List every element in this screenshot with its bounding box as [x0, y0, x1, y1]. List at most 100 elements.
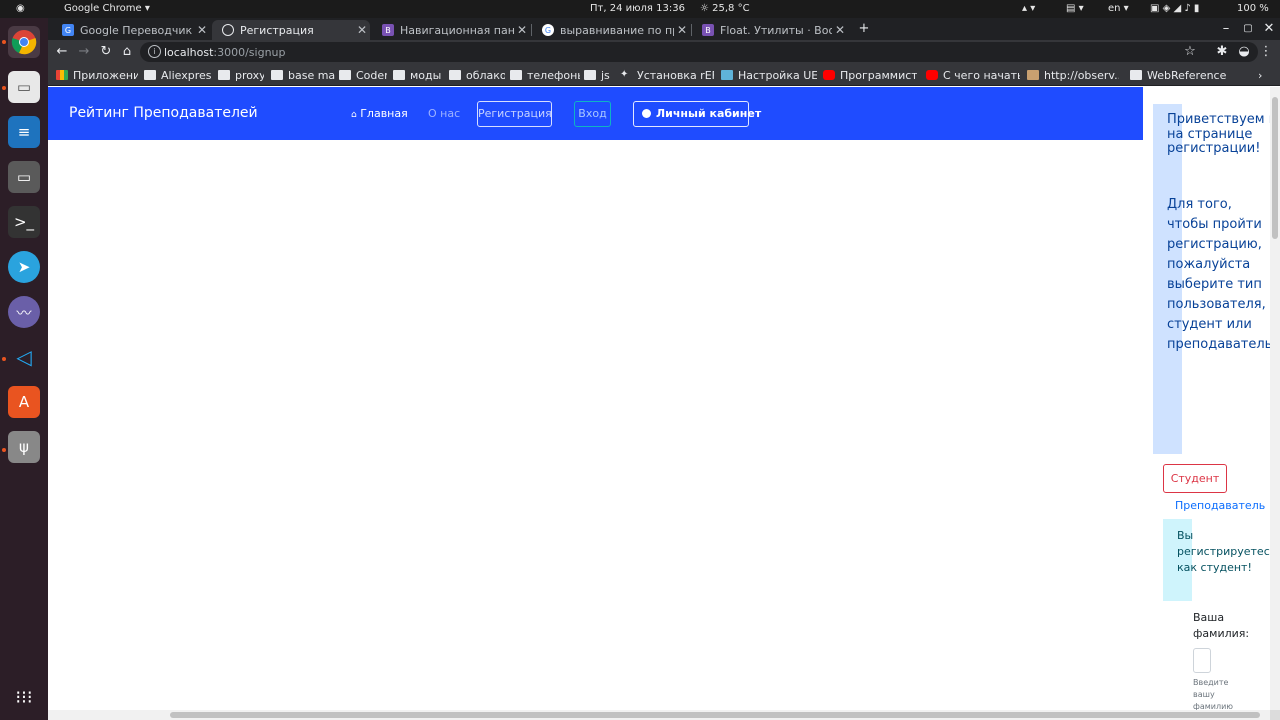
- running-indicator: [2, 448, 6, 452]
- close-tab-icon[interactable]: ✕: [194, 23, 210, 37]
- moustache-app-icon[interactable]: 〰: [8, 296, 40, 328]
- site-navbar: Рейтинг Преподавателей ⌂ Главная О нас Р…: [48, 87, 1143, 140]
- bookmark-folder-cloud[interactable]: облако: [449, 68, 505, 82]
- battery-indicator[interactable]: 100 %: [1237, 3, 1269, 14]
- close-tab-icon[interactable]: ✕: [514, 23, 530, 37]
- surname-label: Ваша фамилия:: [1193, 611, 1250, 640]
- user-circle-icon: [642, 109, 651, 118]
- vscode-icon[interactable]: ◁: [8, 341, 40, 373]
- page-viewport: Рейтинг Преподавателей ⌂ Главная О нас Р…: [48, 87, 1270, 710]
- chrome-icon[interactable]: [8, 26, 40, 58]
- extensions-icon[interactable]: ✱: [1214, 44, 1230, 60]
- close-tab-icon[interactable]: ✕: [354, 23, 370, 37]
- bookmark-folder-base-mail[interactable]: base mail: [271, 68, 335, 82]
- tab-navbar[interactable]: B Навигационная панель ✕: [372, 20, 530, 40]
- more-bookmarks-chevron-icon[interactable]: ›: [1258, 68, 1272, 82]
- bookmark-observ[interactable]: http://observ...: [1027, 68, 1119, 82]
- folder-icon: [271, 70, 283, 80]
- record-icon[interactable]: ◉: [16, 3, 25, 14]
- usb-icon[interactable]: ψ: [8, 431, 40, 463]
- bootstrap-icon: B: [382, 24, 394, 36]
- address-bar[interactable]: i localhost:3000/signup ☆: [140, 42, 1258, 62]
- terminal-icon[interactable]: >_: [8, 206, 40, 238]
- tab-align-right[interactable]: G выравнивание по правому ✕: [532, 20, 690, 40]
- folder-icon: [584, 70, 596, 80]
- surname-help-text: Введите вашу фамилию: [1193, 678, 1234, 710]
- google-icon: G: [542, 24, 554, 36]
- bookmark-ue-settings[interactable]: Настройка UE...: [721, 68, 817, 82]
- extension-app-icon[interactable]: ◒: [1236, 44, 1252, 60]
- dropbox-icon[interactable]: ▴ ▾: [1022, 3, 1035, 14]
- bookmark-folder-proxy[interactable]: proxy: [218, 68, 264, 82]
- reload-icon[interactable]: ↻: [98, 44, 114, 60]
- student-button[interactable]: Студент: [1163, 464, 1227, 493]
- software-center-icon[interactable]: A: [8, 386, 40, 418]
- teacher-link[interactable]: Преподаватель: [1175, 499, 1265, 512]
- bookmark-star-icon[interactable]: ☆: [1182, 44, 1198, 60]
- system-top-bar: ◉ Google Chrome ▾ Пт, 24 июля 13:36 ☼ 25…: [0, 0, 1280, 18]
- running-indicator: [2, 86, 6, 90]
- writer-icon[interactable]: ≡: [8, 116, 40, 148]
- bookmark-apps[interactable]: Приложения: [56, 68, 138, 82]
- computer-icon[interactable]: ▭: [8, 161, 40, 193]
- active-app-menu[interactable]: Google Chrome ▾: [64, 3, 150, 14]
- folder-icon: [449, 70, 461, 80]
- folder-icon: [393, 70, 405, 80]
- tab-float-utilities[interactable]: B Float. Утилиты · Bootstrap ✕: [692, 20, 848, 40]
- close-tab-icon[interactable]: ✕: [832, 23, 848, 37]
- tab-google-translate[interactable]: G Google Переводчик ✕: [52, 20, 210, 40]
- bookmark-webreference[interactable]: WebReference: [1130, 68, 1234, 82]
- files-icon[interactable]: ▭: [8, 71, 40, 103]
- horizontal-scroll-thumb[interactable]: [170, 712, 1260, 718]
- surname-input[interactable]: [1193, 648, 1211, 673]
- monitor-icon: [1130, 70, 1142, 80]
- bookmarks-bar: Приложения Aliexpress proxy base mail Co…: [48, 64, 1280, 86]
- nav-login-button[interactable]: Вход: [574, 101, 611, 127]
- menu-kebab-icon[interactable]: ⋮: [1258, 44, 1274, 60]
- scrollbar-corner: [1270, 710, 1280, 720]
- nav-cabinet-button[interactable]: Личный кабинет: [633, 101, 761, 127]
- bookmark-folder-mods[interactable]: моды: [393, 68, 441, 82]
- nav-link-about[interactable]: О нас: [428, 107, 460, 120]
- nav-signup-button[interactable]: Регистрация: [477, 101, 552, 127]
- minimize-icon[interactable]: –: [1218, 21, 1234, 37]
- site-brand[interactable]: Рейтинг Преподавателей: [69, 105, 258, 121]
- bookmark-folder-phones[interactable]: телефоны: [510, 68, 580, 82]
- home-icon[interactable]: ⌂: [119, 44, 135, 60]
- bookmark-programmer[interactable]: Программист...: [823, 68, 917, 82]
- address-url[interactable]: localhost:3000/signup: [164, 46, 286, 59]
- tab-signup[interactable]: Регистрация ✕: [212, 20, 370, 40]
- bookmark-folder-js[interactable]: js: [584, 68, 616, 82]
- desktop: ◉ Google Chrome ▾ Пт, 24 июля 13:36 ☼ 25…: [0, 0, 1280, 720]
- language-indicator[interactable]: en ▾: [1108, 3, 1129, 14]
- nav-link-home[interactable]: ⌂ Главная: [351, 107, 408, 120]
- sparkle-icon: ✦: [620, 69, 629, 80]
- telegram-icon[interactable]: ➤: [8, 251, 40, 283]
- folder-icon: [510, 70, 522, 80]
- horizontal-scrollbar[interactable]: [48, 710, 1270, 720]
- running-indicator: [2, 40, 6, 44]
- bookmark-folder-aliexpress[interactable]: Aliexpress: [144, 68, 212, 82]
- folder-icon: [339, 70, 351, 80]
- vertical-scroll-thumb[interactable]: [1272, 97, 1278, 239]
- clock[interactable]: Пт, 24 июля 13:36: [590, 3, 685, 14]
- site-info-icon[interactable]: i: [148, 45, 161, 58]
- browser-toolbar: ← → ↻ ⌂ i localhost:3000/signup ☆ ✱ ◒ ⋮: [48, 40, 1280, 64]
- bookmark-refind[interactable]: ✦Установка rEF...: [620, 68, 714, 82]
- vertical-scrollbar[interactable]: [1270, 87, 1280, 710]
- tray-icons[interactable]: ▣ ◈ ◢ ♪ ▮: [1150, 3, 1199, 14]
- back-icon[interactable]: ←: [54, 44, 70, 60]
- browser-tab-strip: G Google Переводчик ✕ Регистрация ✕ B На…: [48, 18, 1280, 40]
- show-apps-icon[interactable]: ⁝⁝⁝: [8, 681, 40, 713]
- bookmark-folder-coder[interactable]: Coder: [339, 68, 387, 82]
- forward-icon[interactable]: →: [76, 44, 92, 60]
- folder-icon: [218, 70, 230, 80]
- close-tab-icon[interactable]: ✕: [674, 23, 690, 37]
- new-tab-icon[interactable]: +: [856, 21, 872, 37]
- maximize-icon[interactable]: ▢: [1240, 21, 1256, 37]
- youtube-icon: [926, 70, 938, 80]
- weather-indicator[interactable]: ☼ 25,8 °C: [700, 3, 750, 14]
- close-window-icon[interactable]: ✕: [1261, 21, 1277, 37]
- bookmark-where-to-start[interactable]: С чего начать...: [926, 68, 1020, 82]
- clipboard-icon[interactable]: ▤ ▾: [1066, 3, 1084, 14]
